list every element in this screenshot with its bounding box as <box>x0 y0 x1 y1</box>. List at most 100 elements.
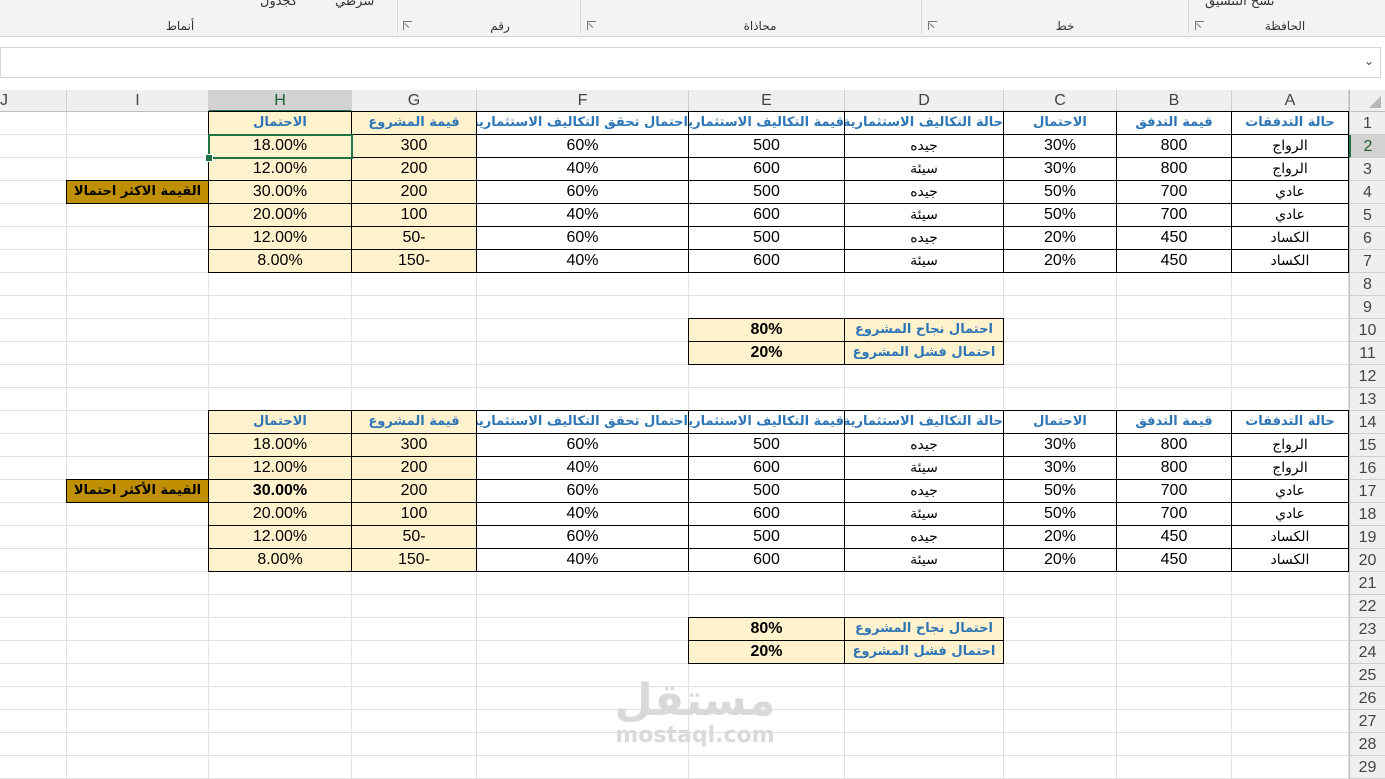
select-all-corner[interactable] <box>1349 90 1385 112</box>
data-cell-f[interactable]: 40% <box>476 548 689 572</box>
column-header-d[interactable]: D <box>845 90 1004 112</box>
data-cell-d[interactable]: جيده <box>844 134 1004 158</box>
success-value[interactable]: 80% <box>688 318 845 342</box>
data-cell-a[interactable]: الكساد <box>1231 548 1349 572</box>
data-cell-f[interactable]: 60% <box>476 226 689 250</box>
header-cell-a[interactable]: حالة التدفقات <box>1231 410 1349 434</box>
data-cell-h[interactable]: 12.00% <box>208 456 352 480</box>
data-cell-e[interactable]: 500 <box>688 525 845 549</box>
data-cell-g[interactable]: 200 <box>351 157 477 181</box>
row-header-29[interactable]: 29 <box>1349 756 1385 779</box>
data-cell-e[interactable]: 600 <box>688 548 845 572</box>
data-cell-e[interactable]: 500 <box>688 226 845 250</box>
row-header-16[interactable]: 16 <box>1349 457 1385 480</box>
row-header-26[interactable]: 26 <box>1349 687 1385 710</box>
data-cell-d[interactable]: جيده <box>844 433 1004 457</box>
data-cell-a[interactable]: عادي <box>1231 203 1349 227</box>
data-cell-g[interactable]: 300 <box>351 134 477 158</box>
column-header-j[interactable]: J <box>0 90 67 112</box>
data-cell-g[interactable]: 200 <box>351 479 477 503</box>
header-cell-g[interactable]: قيمة المشروع <box>351 410 477 434</box>
data-cell-f[interactable]: 60% <box>476 134 689 158</box>
data-cell-c[interactable]: 30% <box>1003 433 1117 457</box>
data-cell-h[interactable]: 12.00% <box>208 525 352 549</box>
data-cell-c[interactable]: 30% <box>1003 456 1117 480</box>
data-cell-b[interactable]: 450 <box>1116 525 1232 549</box>
data-cell-e[interactable]: 600 <box>688 203 845 227</box>
column-header-i[interactable]: I <box>67 90 209 112</box>
most-likely-tag[interactable]: القيمة الاكثر احتمالا <box>66 180 209 204</box>
row-header-6[interactable]: 6 <box>1349 227 1385 250</box>
row-header-10[interactable]: 10 <box>1349 319 1385 342</box>
data-cell-d[interactable]: سيئة <box>844 548 1004 572</box>
data-cell-g[interactable]: -150 <box>351 548 477 572</box>
data-cell-e[interactable]: 500 <box>688 134 845 158</box>
data-cell-h[interactable]: 12.00% <box>208 226 352 250</box>
data-cell-h[interactable]: 12.00% <box>208 157 352 181</box>
data-cell-b[interactable]: 450 <box>1116 249 1232 273</box>
data-cell-a[interactable]: الرواج <box>1231 134 1349 158</box>
data-cell-h[interactable]: 8.00% <box>208 249 352 273</box>
alignment-launcher-icon[interactable] <box>587 21 596 30</box>
data-cell-d[interactable]: جيده <box>844 180 1004 204</box>
data-cell-b[interactable]: 700 <box>1116 180 1232 204</box>
data-cell-g[interactable]: 200 <box>351 180 477 204</box>
data-cell-g[interactable]: -50 <box>351 226 477 250</box>
row-header-2[interactable]: 2 <box>1349 135 1385 158</box>
data-cell-e[interactable]: 500 <box>688 479 845 503</box>
data-cell-d[interactable]: سيئة <box>844 157 1004 181</box>
data-cell-h[interactable]: 18.00% <box>208 433 352 457</box>
data-cell-c[interactable]: 30% <box>1003 157 1117 181</box>
row-header-21[interactable]: 21 <box>1349 572 1385 595</box>
header-cell-b[interactable]: قيمة التدفق <box>1116 410 1232 434</box>
data-cell-a[interactable]: الرواج <box>1231 157 1349 181</box>
row-header-11[interactable]: 11 <box>1349 342 1385 365</box>
header-cell-h[interactable]: الاحتمال <box>208 410 352 434</box>
data-cell-f[interactable]: 60% <box>476 479 689 503</box>
success-label[interactable]: احتمال نجاح المشروع <box>844 318 1004 342</box>
data-cell-a[interactable]: الكساد <box>1231 226 1349 250</box>
data-cell-e[interactable]: 600 <box>688 456 845 480</box>
header-cell-c[interactable]: الاحتمال <box>1003 410 1117 434</box>
row-header-18[interactable]: 18 <box>1349 503 1385 526</box>
row-header-27[interactable]: 27 <box>1349 710 1385 733</box>
data-cell-b[interactable]: 450 <box>1116 226 1232 250</box>
data-cell-d[interactable]: سيئة <box>844 203 1004 227</box>
most-likely-tag[interactable]: القيمة الأكثر احتمالا <box>66 479 209 503</box>
data-cell-d[interactable]: سيئة <box>844 249 1004 273</box>
data-cell-f[interactable]: 40% <box>476 249 689 273</box>
chevron-down-icon[interactable]: ⌄ <box>1364 54 1374 68</box>
data-cell-e[interactable]: 600 <box>688 249 845 273</box>
failure-label[interactable]: احتمال فشل المشروع <box>844 640 1004 664</box>
data-cell-c[interactable]: 20% <box>1003 226 1117 250</box>
data-cell-d[interactable]: سيئة <box>844 502 1004 526</box>
header-cell-c[interactable]: الاحتمال <box>1003 111 1117 135</box>
data-cell-f[interactable]: 60% <box>476 525 689 549</box>
data-cell-b[interactable]: 800 <box>1116 433 1232 457</box>
row-header-5[interactable]: 5 <box>1349 204 1385 227</box>
row-header-23[interactable]: 23 <box>1349 618 1385 641</box>
data-cell-c[interactable]: 50% <box>1003 479 1117 503</box>
data-cell-b[interactable]: 800 <box>1116 157 1232 181</box>
data-cell-c[interactable]: 50% <box>1003 180 1117 204</box>
clipboard-launcher-icon[interactable] <box>1195 21 1204 30</box>
row-header-12[interactable]: 12 <box>1349 365 1385 388</box>
data-cell-g[interactable]: -50 <box>351 525 477 549</box>
formula-bar[interactable]: ⌄ <box>0 47 1381 78</box>
data-cell-b[interactable]: 800 <box>1116 456 1232 480</box>
row-header-24[interactable]: 24 <box>1349 641 1385 664</box>
data-cell-h[interactable]: 20.00% <box>208 203 352 227</box>
data-cell-b[interactable]: 700 <box>1116 479 1232 503</box>
data-cell-b[interactable]: 450 <box>1116 548 1232 572</box>
column-header-g[interactable]: G <box>352 90 477 112</box>
column-header-b[interactable]: B <box>1117 90 1232 112</box>
data-cell-g[interactable]: 200 <box>351 456 477 480</box>
header-cell-g[interactable]: قيمة المشروع <box>351 111 477 135</box>
row-header-19[interactable]: 19 <box>1349 526 1385 549</box>
data-cell-f[interactable]: 60% <box>476 180 689 204</box>
data-cell-b[interactable]: 700 <box>1116 203 1232 227</box>
data-cell-g[interactable]: 300 <box>351 433 477 457</box>
header-cell-h[interactable]: الاحتمال <box>208 111 352 135</box>
data-cell-f[interactable]: 40% <box>476 456 689 480</box>
column-header-e[interactable]: E <box>689 90 845 112</box>
